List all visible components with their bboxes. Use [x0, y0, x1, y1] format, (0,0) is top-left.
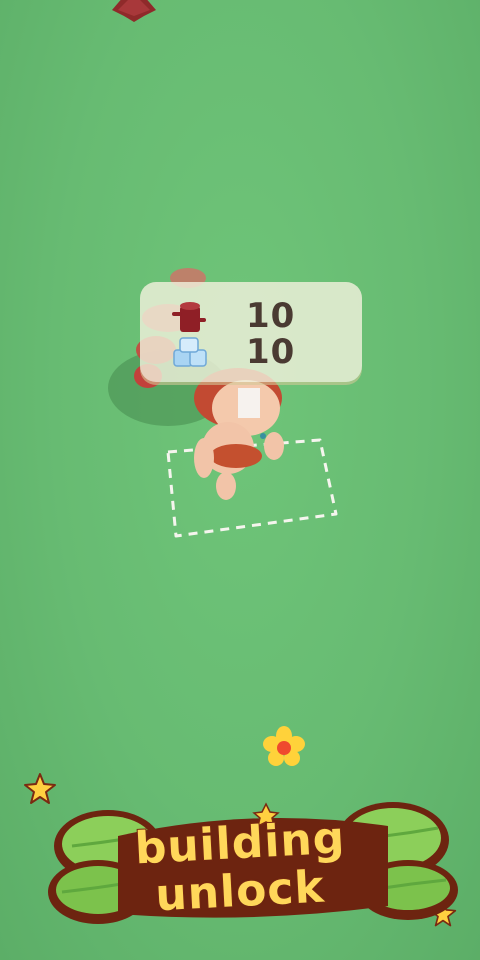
wood-count: 10	[246, 296, 296, 336]
ice-resource-row: 10	[170, 332, 296, 372]
resource-cost-popup: 10 10	[140, 282, 362, 382]
tree-icon	[112, 0, 156, 22]
wood-resource-row: 10	[170, 296, 296, 336]
ice-block-icon	[173, 337, 207, 367]
flower-icon	[263, 726, 305, 766]
game-scene[interactable]: 10 10 building unlock	[0, 0, 480, 960]
wood-log-icon	[172, 302, 206, 332]
ice-count: 10	[246, 332, 296, 372]
